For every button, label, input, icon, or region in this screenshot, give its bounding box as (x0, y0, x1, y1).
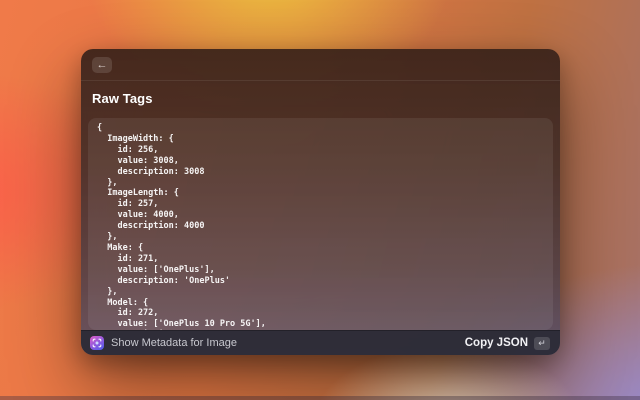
action-bar-context: Show Metadata for Image (90, 336, 237, 350)
copy-json-label: Copy JSON (465, 337, 528, 349)
action-bar: Show Metadata for Image Copy JSON ↵ (81, 330, 560, 355)
window-nav-bar: ← (81, 49, 560, 81)
title-row: Raw Tags (81, 81, 560, 111)
return-key-icon: ↵ (538, 338, 546, 349)
raw-tags-code-panel[interactable]: { ImageWidth: { id: 256, value: 3008, de… (88, 118, 553, 330)
desktop-background: ← Raw Tags { ImageWidth: { id: 256, valu… (0, 0, 640, 400)
back-button[interactable]: ← (92, 57, 112, 73)
raw-tags-json-text: { ImageWidth: { id: 256, value: 3008, de… (88, 118, 553, 330)
command-title: Show Metadata for Image (111, 337, 237, 349)
page-title: Raw Tags (92, 91, 549, 106)
background-bottom-strip (0, 396, 640, 400)
raw-tags-window: ← Raw Tags { ImageWidth: { id: 256, valu… (81, 49, 560, 355)
enter-key-badge: ↵ (534, 337, 550, 350)
back-arrow-icon: ← (97, 58, 108, 72)
image-metadata-extension-icon (90, 336, 104, 350)
copy-json-action[interactable]: Copy JSON ↵ (463, 335, 552, 352)
